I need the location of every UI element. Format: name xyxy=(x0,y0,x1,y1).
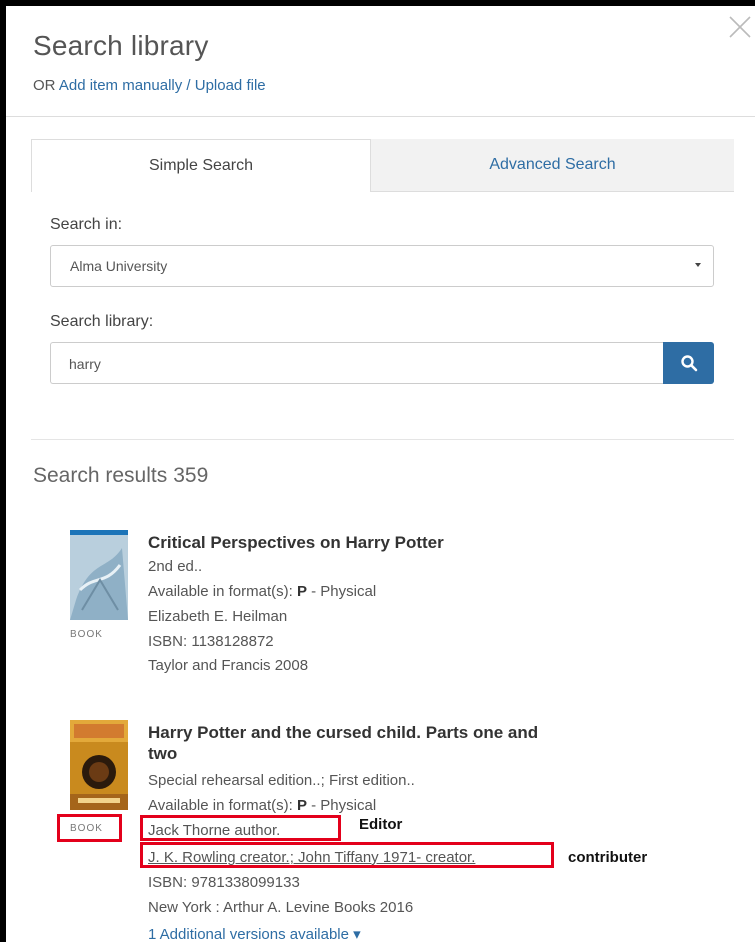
add-item-manually-link[interactable]: Add item manually / Upload file xyxy=(59,77,266,94)
format-prefix: Available in format(s): xyxy=(148,583,293,600)
result-title[interactable]: Harry Potter and the cursed child. Parts… xyxy=(148,722,608,764)
additional-versions-link[interactable]: 1 Additional versions available ▾ xyxy=(148,925,361,942)
format-code: P xyxy=(296,583,307,600)
tab-advanced-search[interactable]: Advanced Search xyxy=(371,139,734,192)
search-icon xyxy=(680,355,697,372)
search-in-value: Alma University xyxy=(70,258,168,274)
highlight-book-badge xyxy=(57,814,122,842)
window-border-left xyxy=(0,0,6,942)
header-divider xyxy=(6,116,755,117)
format-suffix: - Physical xyxy=(311,583,377,600)
search-button[interactable] xyxy=(663,342,714,384)
book-cover-thumbnail[interactable] xyxy=(70,530,128,620)
result-author: Elizabeth E. Heilman xyxy=(148,608,288,625)
result-publisher: Taylor and Francis 2008 xyxy=(148,657,309,674)
form-divider xyxy=(31,439,734,440)
result-title[interactable]: Critical Perspectives on Harry Potter xyxy=(148,532,444,553)
result-format: Available in format(s): P - Physical xyxy=(148,797,376,814)
search-library-panel: Search library OR Add item manually / Up… xyxy=(0,0,755,942)
or-text: OR xyxy=(33,77,56,94)
panel-subline: OR Add item manually / Upload file xyxy=(33,77,266,94)
search-input-value: harry xyxy=(69,356,101,372)
search-in-select[interactable]: Alma University xyxy=(50,245,714,287)
panel-title: Search library xyxy=(33,30,209,61)
format-prefix: Available in format(s): xyxy=(148,797,293,814)
highlight-author xyxy=(140,815,341,841)
annotation-editor: Editor xyxy=(359,816,403,833)
search-tabs: Simple Search Advanced Search xyxy=(31,139,734,192)
result-isbn: ISBN: 1138128872 xyxy=(148,633,274,650)
search-input[interactable]: harry xyxy=(50,342,663,384)
highlight-contributors xyxy=(140,842,554,868)
search-results-count: 359 xyxy=(173,464,209,487)
search-results-title: Search results xyxy=(33,464,168,487)
search-results-heading: Search results 359 xyxy=(33,464,208,488)
format-code: P xyxy=(296,797,307,814)
search-library-label: Search library: xyxy=(50,313,154,330)
result-isbn: ISBN: 9781338099133 xyxy=(148,874,300,891)
search-in-label: Search in: xyxy=(50,216,123,233)
result-title-line: Harry Potter and the cursed child. Parts… xyxy=(148,723,539,742)
tab-simple-search[interactable]: Simple Search xyxy=(31,139,371,192)
close-icon[interactable] xyxy=(727,12,753,42)
caret-down-icon xyxy=(695,263,701,267)
annotation-contributor: contributer xyxy=(568,849,648,866)
result-publisher: New York : Arthur A. Levine Books 2016 xyxy=(148,899,414,916)
result-title-line: two xyxy=(148,744,178,763)
result-format: Available in format(s): P - Physical xyxy=(148,583,376,600)
window-border-top xyxy=(0,0,755,6)
item-type-badge: BOOK xyxy=(70,629,103,640)
result-edition: 2nd ed.. xyxy=(148,558,203,575)
book-cover-thumbnail[interactable] xyxy=(70,720,128,810)
format-suffix: - Physical xyxy=(311,797,377,814)
result-edition: Special rehearsal edition..; First editi… xyxy=(148,772,415,789)
